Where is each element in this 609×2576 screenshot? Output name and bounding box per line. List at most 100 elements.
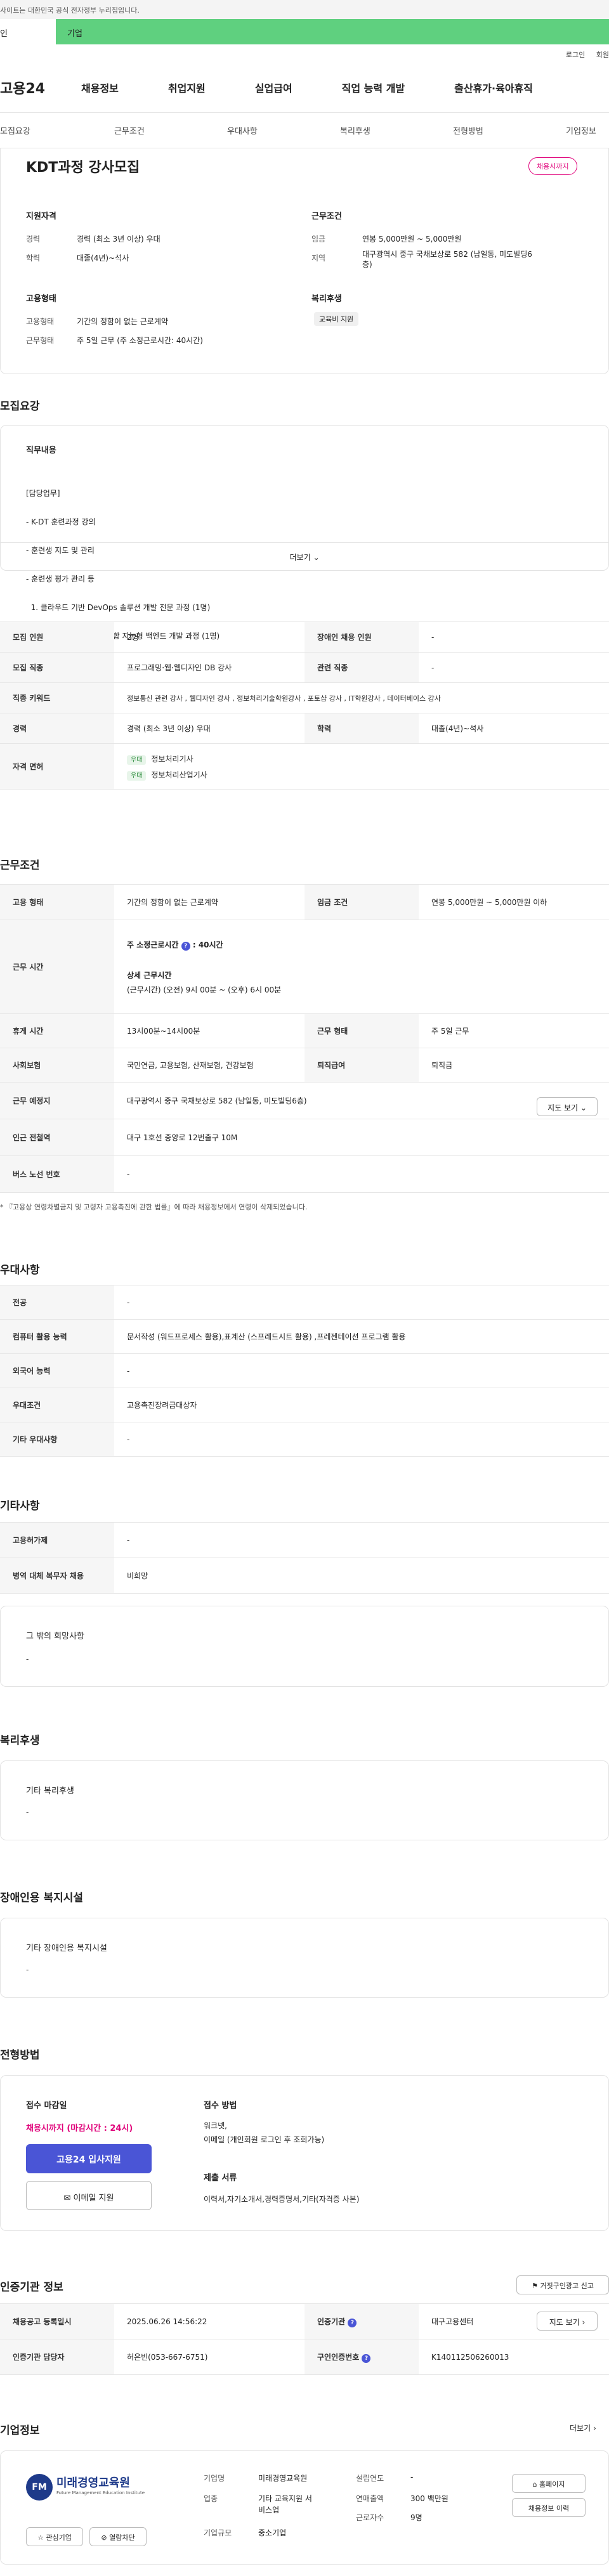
row-header: 학력 bbox=[304, 713, 419, 744]
tab-corporate[interactable]: 기업 bbox=[56, 19, 609, 44]
gnb-item-jobs[interactable]: 채용정보 bbox=[81, 80, 119, 95]
anchor-welfare[interactable]: 복리후생 bbox=[340, 124, 370, 136]
fav-label: 관심기업 bbox=[46, 2534, 72, 2542]
row-value: 프로그래밍·웹·웹디자인 DB 강사 bbox=[114, 652, 304, 683]
flag-icon: ⚑ bbox=[532, 2282, 538, 2290]
anchor-recruit[interactable]: 모집요강 bbox=[0, 124, 30, 136]
recruit-title: 모집요강 bbox=[0, 400, 40, 413]
table-row: 자격 면허 우대 정보처리기사 우대 정보처리산업기사 bbox=[0, 743, 609, 790]
duty-card: 직무내용 [담당업무] - K-DT 훈련과정 강의 - 훈련생 지도 및 관리… bbox=[0, 425, 609, 726]
process-card: 접수 마감일 채용시까지 (마감시간 : 24시) 고용24 입사지원 ✉ 이메… bbox=[0, 2075, 609, 2231]
anchor-company[interactable]: 기업정보 bbox=[566, 124, 596, 136]
row-value: 13시00분~14시00분 bbox=[114, 1013, 304, 1048]
anchor-pref[interactable]: 우대사항 bbox=[227, 124, 258, 136]
table-row: 직종 키워드 정보통신 관련 강사 , 웹디자인 강사 , 정보처리기술학원강사… bbox=[0, 682, 609, 713]
star-icon: ☆ bbox=[37, 2534, 44, 2542]
welfare-etc-value: - bbox=[26, 1808, 29, 1817]
row-value: - bbox=[114, 1155, 609, 1193]
row-header: 자격 면허 bbox=[0, 743, 114, 790]
tab-personal[interactable]: 인 bbox=[0, 19, 56, 44]
job-title: KDT과정 강사모집 bbox=[26, 160, 140, 176]
apply-button[interactable]: 고용24 입사지원 bbox=[26, 2144, 152, 2173]
disabled-etc-value: - bbox=[26, 1965, 29, 1974]
table-row: 고용허가제 - bbox=[0, 1522, 609, 1558]
report-label: 거짓구인광고 신고 bbox=[540, 2282, 594, 2290]
fav-company-button[interactable]: ☆ 관심기업 bbox=[26, 2527, 83, 2546]
gnb-item-benefits[interactable]: 실업급여 bbox=[255, 80, 292, 95]
agency-map-button[interactable]: 지도 보기 › bbox=[537, 2312, 598, 2331]
process-title: 전형방법 bbox=[0, 2049, 40, 2062]
org-header: 인증기관 bbox=[317, 2317, 346, 2326]
welfare-section-title: 복리후생 bbox=[0, 1734, 40, 1747]
gnb-item-training[interactable]: 직업 능력 개발 bbox=[342, 80, 405, 95]
homepage-label: 홈페이지 bbox=[539, 2480, 565, 2488]
row-value: - bbox=[114, 1422, 609, 1457]
emptype-value: 기간의 정함이 없는 근로계약 bbox=[77, 317, 168, 326]
row-value: 문서작성 (워드프로세스 활용),표계산 (스프레드시트 활용) ,프레젠테이션… bbox=[114, 1319, 609, 1354]
site-logo[interactable]: 고용24 bbox=[0, 77, 70, 98]
anchor-work[interactable]: 근무조건 bbox=[114, 124, 145, 136]
pref-table: 전공 - 컴퓨터 활용 능력 문서작성 (워드프로세스 활용),표계산 (스프레… bbox=[0, 1285, 609, 1457]
duty-title: 직무내용 bbox=[26, 446, 56, 455]
agency-title: 인증기관 정보 bbox=[0, 2281, 63, 2294]
chevron-down-icon: ⌄ bbox=[313, 553, 320, 562]
anchor-process[interactable]: 전형방법 bbox=[453, 124, 483, 136]
row-header: 전공 bbox=[0, 1285, 114, 1320]
report-button[interactable]: ⚑ 거짓구인광고 신고 bbox=[516, 2275, 609, 2294]
work-title: 근무조건 bbox=[0, 859, 40, 872]
gnb-menu: 채용정보 취업지원 실업급여 직업 능력 개발 출산휴가·육아휴직 bbox=[70, 80, 609, 95]
homepage-button[interactable]: ⌂ 홈페이지 bbox=[512, 2474, 586, 2493]
wish-card: 그 밖의 희망사항 - bbox=[0, 1606, 609, 1687]
email-apply-button[interactable]: ✉ 이메일 지원 bbox=[26, 2181, 152, 2210]
year-value: - bbox=[410, 2473, 414, 2482]
login-type-tabs: 인 기업 bbox=[0, 19, 609, 44]
row-header: 퇴직급여 bbox=[304, 1048, 419, 1083]
info-icon[interactable]: ? bbox=[348, 2318, 357, 2327]
career-value: 경력 (최소 3년 이상) 우대 bbox=[77, 235, 160, 244]
logo-main-text: 미래경영교육원 bbox=[56, 2476, 130, 2490]
gnb-item-leave[interactable]: 출산휴가·육아휴직 bbox=[454, 80, 533, 95]
table-row: 전공 - bbox=[0, 1285, 609, 1320]
method-value-2: 이메일 (개인회원 로그인 후 조회가능) bbox=[204, 2135, 325, 2144]
worktype-value: 주 5일 근무 (주 소정근로시간: 40시간) bbox=[77, 336, 203, 345]
row-header: 경력 bbox=[0, 713, 114, 744]
table-row: 인증기관 담당자 허은빈(053-667-6751) 구인인증번호 ? K140… bbox=[0, 2339, 609, 2375]
duty-line: [담당업무] bbox=[26, 489, 60, 498]
info-icon[interactable]: ? bbox=[181, 941, 190, 951]
age-note: * 『고용상 연령차별금지 및 고령자 고용촉진에 관한 법률』에 따라 채용정… bbox=[0, 1203, 308, 1211]
row-value: K140112506260013 bbox=[419, 2339, 609, 2375]
row-value: - bbox=[419, 621, 609, 653]
name-value: 미래경영교육원 bbox=[258, 2474, 308, 2483]
wage-label: 임금 bbox=[311, 235, 326, 244]
region-value-2: 층) bbox=[362, 260, 372, 269]
history-button[interactable]: 채용정보 이력 bbox=[512, 2498, 586, 2517]
no-header: 구인인증번호 bbox=[317, 2352, 360, 2362]
row-header: 버스 노선 번호 bbox=[0, 1155, 114, 1193]
row-header: 장애인 채용 인원 bbox=[304, 621, 419, 653]
row-value: 고용촉진장려금대상자 bbox=[114, 1388, 609, 1422]
emp-value: 9명 bbox=[410, 2513, 422, 2522]
gov-notice: 사이트는 대한민국 공식 전자정부 누리집입니다. bbox=[0, 0, 609, 19]
signup-link[interactable]: 회원 bbox=[596, 51, 609, 59]
disabled-etc-title: 기타 장애인용 복지시설 bbox=[26, 1944, 107, 1953]
map-button[interactable]: 지도 보기 ⌄ bbox=[537, 1097, 598, 1116]
place-value: 대구광역시 중구 국채보상로 582 (남일동, 미도빌딩6층) bbox=[127, 1096, 307, 1105]
status-badge: 채용시까지 bbox=[528, 157, 577, 175]
more-button[interactable]: 더보기 ⌄ bbox=[1, 542, 608, 570]
login-link[interactable]: 로그인 bbox=[566, 51, 585, 59]
table-row: 근무 시간 주 소정근로시간 ? : 40시간 상세 근무시간 (근무시간) (… bbox=[0, 920, 609, 1014]
info-icon[interactable]: ? bbox=[362, 2353, 371, 2363]
table-row: 휴게 시간 13시00분~14시00분 근무 형태 주 5일 근무 bbox=[0, 1013, 609, 1048]
row-header: 휴게 시간 bbox=[0, 1013, 114, 1048]
table-row: 근무 예정지 대구광역시 중구 국채보상로 582 (남일동, 미도빌딩6층) bbox=[0, 1082, 609, 1119]
row-header: 외국어 능력 bbox=[0, 1353, 114, 1388]
qual-title: 지원자격 bbox=[26, 212, 56, 221]
row-value: 주 5일 근무 bbox=[419, 1013, 609, 1048]
block-button[interactable]: ⊘ 열람차단 bbox=[89, 2527, 147, 2546]
weekly-value: 40시간 bbox=[198, 940, 223, 949]
pref-title: 우대사항 bbox=[0, 1264, 40, 1277]
company-more-link[interactable]: 더보기 › bbox=[570, 2423, 596, 2433]
gnb-item-employment[interactable]: 취업지원 bbox=[168, 80, 206, 95]
company-logo-icon: FM bbox=[26, 2474, 53, 2501]
table-row: 고용 형태 기간의 정함이 없는 근로계약 임금 조건 연봉 5,000만원 ~… bbox=[0, 884, 609, 920]
